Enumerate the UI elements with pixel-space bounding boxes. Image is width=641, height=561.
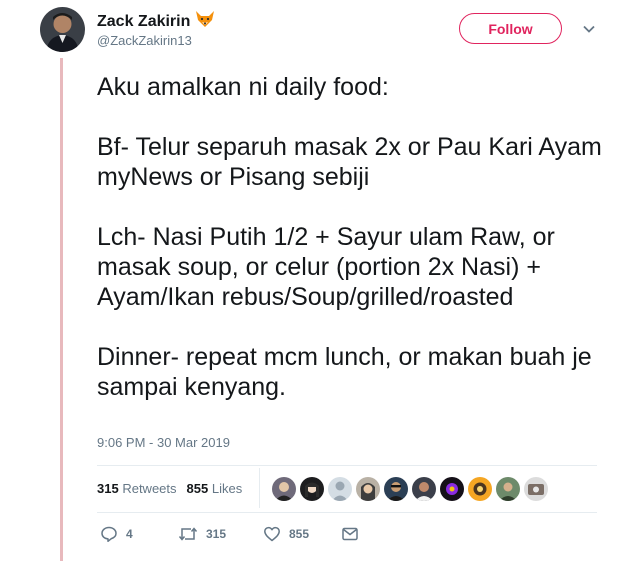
divider xyxy=(97,512,597,513)
like-button[interactable]: 855 xyxy=(263,525,341,543)
thread-line xyxy=(60,58,63,561)
liker-avatar[interactable] xyxy=(300,477,324,501)
tweet-line: Aku amalkan ni daily food: xyxy=(97,73,389,101)
reply-button[interactable]: 4 xyxy=(100,525,178,543)
liker-avatar[interactable] xyxy=(272,477,296,501)
liker-avatar[interactable] xyxy=(496,477,520,501)
reply-count: 4 xyxy=(126,527,133,541)
envelope-icon xyxy=(342,527,358,541)
liker-avatar[interactable] xyxy=(328,477,352,501)
like-count: 855 xyxy=(289,527,310,541)
retweets-count: 315 xyxy=(97,481,119,496)
stats-separator xyxy=(259,468,260,508)
tweet-line: Bf- Telur separuh masak 2x or Pau Kari A… xyxy=(97,133,602,191)
liker-avatar[interactable] xyxy=(356,477,380,501)
tweet-timestamp[interactable]: 9:06 PM - 30 Mar 2019 xyxy=(97,435,230,450)
engagement-stats: 315 Retweets 855 Likes xyxy=(97,481,242,496)
avatar[interactable] xyxy=(40,7,85,52)
user-name-row: Zack Zakirin xyxy=(97,10,215,33)
chevron-down-icon[interactable] xyxy=(582,22,596,36)
reply-icon xyxy=(101,526,117,543)
likes-count: 855 xyxy=(186,481,209,496)
tweet-line: Lch- Nasi Putih 1/2 + Sayur ulam Raw, or… xyxy=(97,223,555,311)
follow-button[interactable]: Follow xyxy=(459,13,562,44)
likes-label: Likes xyxy=(211,481,243,496)
liker-avatar[interactable] xyxy=(384,477,408,501)
heart-icon xyxy=(264,526,280,542)
liker-avatar[interactable] xyxy=(468,477,492,501)
user-name[interactable]: Zack Zakirin xyxy=(97,13,190,31)
retweet-button[interactable]: 315 xyxy=(178,525,263,543)
fox-face-icon xyxy=(195,10,215,33)
retweet-icon xyxy=(178,527,198,541)
likers-avatars xyxy=(272,477,548,501)
tweet-text: Aku amalkan ni daily food: Bf- Telur sep… xyxy=(97,72,617,432)
divider xyxy=(97,465,597,466)
retweet-count: 315 xyxy=(206,527,227,541)
liker-avatar[interactable] xyxy=(440,477,464,501)
direct-message-button[interactable] xyxy=(341,525,359,543)
tweet-card: Zack Zakirin @ZackZakirin13 Follow Aku a… xyxy=(0,0,641,561)
liker-avatar[interactable] xyxy=(412,477,436,501)
user-handle[interactable]: @ZackZakirin13 xyxy=(97,33,192,48)
liker-avatar[interactable] xyxy=(524,477,548,501)
action-bar: 4 315 855 xyxy=(100,525,359,543)
retweets-stat[interactable]: 315 Retweets xyxy=(97,481,177,496)
tweet-line: Dinner- repeat mcm lunch, or makan buah … xyxy=(97,343,592,401)
retweets-label: Retweets xyxy=(122,481,177,496)
likes-stat[interactable]: 855 Likes xyxy=(187,481,243,496)
